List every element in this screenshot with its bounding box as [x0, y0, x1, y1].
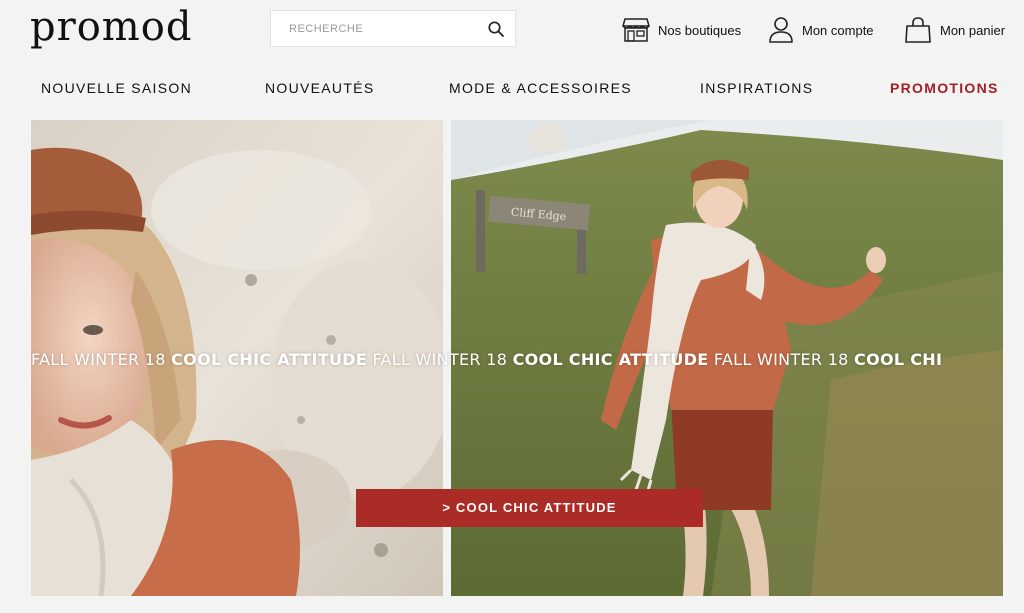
hero-banner[interactable]: Cliff Edge FALL WINTER 18 COOL CHIC ATTI… — [31, 120, 1003, 596]
stores-label[interactable]: Nos boutiques — [658, 23, 741, 38]
marquee-text-bold: COOL CHI — [854, 350, 943, 369]
cart-link[interactable]: Mon panier — [904, 14, 1005, 46]
cool-chic-attitude-button[interactable]: > COOL CHIC ATTITUDE — [356, 489, 703, 527]
search-icon[interactable] — [487, 20, 505, 38]
nav-item-nouveautes[interactable]: NOUVEAUTÉS — [265, 80, 374, 96]
nav-item-inspirations[interactable]: INSPIRATIONS — [700, 80, 813, 96]
stores-link[interactable]: Nos boutiques — [622, 14, 741, 46]
main-nav: NOUVELLE SAISON NOUVEAUTÉS MODE & ACCESS… — [0, 72, 1024, 108]
nav-item-mode-accessoires[interactable]: MODE & ACCESSOIRES — [449, 80, 632, 96]
user-icon — [769, 17, 793, 43]
hero-marquee: FALL WINTER 18 COOL CHIC ATTITUDE FALL W… — [31, 346, 1003, 374]
marquee-text-light: FALL WINTER 18 — [367, 350, 513, 369]
cart-label[interactable]: Mon panier — [940, 23, 1005, 38]
store-icon — [622, 18, 650, 42]
search-box[interactable] — [270, 10, 516, 47]
nav-item-nouvelle-saison[interactable]: NOUVELLE SAISON — [41, 80, 192, 96]
marquee-text-light: FALL WINTER 18 — [31, 350, 172, 369]
promod-logo[interactable]: promod — [30, 2, 192, 52]
marquee-text-light: FALL WINTER 18 — [708, 350, 855, 369]
account-label[interactable]: Mon compte — [802, 23, 874, 38]
marquee-text-bold: COOL CHIC ATTITUDE — [171, 350, 368, 369]
search-input[interactable] — [271, 11, 481, 46]
nav-item-promotions[interactable]: PROMOTIONS — [890, 80, 999, 96]
account-link[interactable]: Mon compte — [768, 14, 874, 46]
marquee-text-bold: COOL CHIC ATTITUDE — [512, 350, 709, 369]
shopping-bag-icon — [905, 17, 931, 43]
site-header: promod Nos boutiques Mon compte Mon pani… — [0, 0, 1024, 60]
